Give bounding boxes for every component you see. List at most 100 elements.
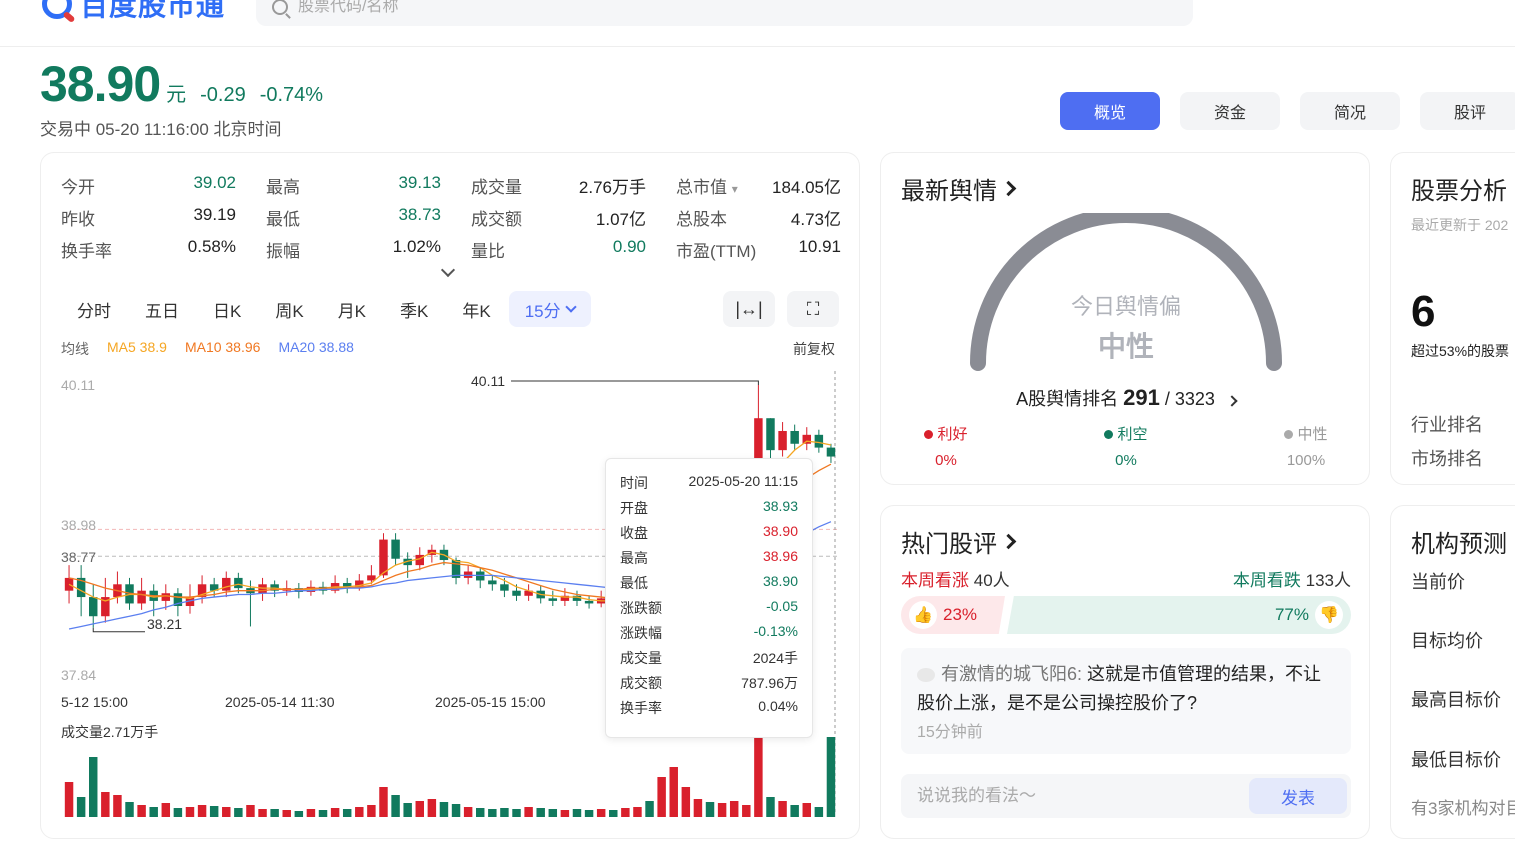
- stock-analysis-card: 股票分析 最近更新于 202 6 超过53%的股票 行业排名 市场排名: [1390, 152, 1515, 485]
- chevron-right-icon: [1000, 533, 1017, 550]
- volume-bar: [64, 782, 74, 817]
- volume-bar: [790, 805, 799, 817]
- post-button[interactable]: 发表: [1249, 778, 1347, 814]
- period-tab-yearly[interactable]: 年K: [446, 291, 506, 327]
- period-tab-monthly[interactable]: 月K: [322, 291, 382, 327]
- sentiment-title[interactable]: 最新舆情: [901, 171, 1017, 206]
- tab-overview[interactable]: 概览: [1060, 92, 1160, 130]
- market-cap-dropdown-icon[interactable]: ▾: [732, 182, 738, 196]
- tooltip-row-change: 涨跌额 -0.05: [620, 598, 798, 616]
- sentiment-rank[interactable]: A股舆情排名 291 / 3323: [881, 385, 1371, 411]
- logo[interactable]: 百度股市通: [42, 0, 225, 22]
- candle: [790, 424, 799, 451]
- comment-item[interactable]: 有激情的城飞阳6: 这就是市值管理的结果，不让股价上涨，是不是公司操控股价了? …: [901, 648, 1351, 754]
- y-axis-bottom-label: 37.84: [61, 667, 96, 683]
- stat-turnover: 成交额 1.07亿: [471, 209, 646, 229]
- volume-bar: [451, 804, 461, 817]
- volume-bar: [137, 805, 146, 817]
- price-block: 38.90 元 -0.29 -0.74% 交易中 05-20 11:16:00 …: [40, 55, 323, 140]
- volume-bar: [209, 806, 219, 817]
- max-price-annotation: 40.11: [471, 373, 505, 389]
- y-axis-label-38-77: 38.77: [61, 549, 96, 565]
- comment-time: 15分钟前: [917, 724, 983, 741]
- trade-status: 交易中 05-20 11:16:00 北京时间: [40, 120, 282, 139]
- analysis-title[interactable]: 股票分析: [1411, 171, 1507, 206]
- period-tab-weekly[interactable]: 周K: [259, 291, 319, 327]
- quote-card: 今开 39.02 最高 39.13 成交量 2.76万手 总市值 ▾ 184.05亿 昨…: [40, 152, 860, 839]
- candle: [403, 552, 412, 578]
- stats-row: 昨收 39.19 最低 38.73 成交额 1.07亿 总股本 4.73亿: [61, 201, 841, 233]
- volume-bar: [113, 795, 122, 817]
- candle: [258, 577, 267, 601]
- chevron-down-icon: [564, 301, 577, 313]
- vote-bar: 👍 23% 77% 👎: [901, 596, 1351, 634]
- search-input[interactable]: [298, 0, 898, 16]
- negative-dot-icon: [1104, 430, 1114, 439]
- volume-bar: [101, 792, 110, 817]
- top-header: 百度股市通: [0, 0, 1515, 47]
- volume-bar: [536, 808, 545, 817]
- vote-up-button[interactable]: 👍 23%: [901, 596, 1005, 634]
- stat-market-cap[interactable]: 总市值 ▾ 184.05亿: [676, 173, 841, 198]
- volume-bar: [657, 777, 666, 817]
- volume-bar: [246, 805, 255, 817]
- stat-low: 最低 38.73: [266, 204, 441, 229]
- expand-stats-chevron-icon[interactable]: [440, 262, 456, 278]
- period-tab-5day[interactable]: 五日: [129, 291, 195, 327]
- candle: [342, 577, 352, 594]
- reply-input[interactable]: [917, 774, 1227, 818]
- tooltip-row-close: 收盘 38.90: [620, 523, 798, 541]
- stat-prev-close: 昨收 39.19: [61, 204, 236, 229]
- volume-bar: [609, 810, 618, 817]
- comment-user[interactable]: 有激情的城飞阳6:: [941, 664, 1082, 684]
- volume-bar: [693, 799, 703, 817]
- fullscreen-button[interactable]: ⛶: [787, 291, 839, 327]
- tab-profile[interactable]: 简况: [1300, 92, 1400, 130]
- hot-comments-title[interactable]: 热门股评: [901, 524, 1017, 559]
- institution-forecast-card: 机构预测 当前价 目标均价 最高目标价 最低目标价 有3家机构对目: [1390, 505, 1515, 839]
- candle: [802, 427, 811, 451]
- fit-width-button[interactable]: |↔|: [723, 291, 775, 327]
- period-tab-quarterly[interactable]: 季K: [384, 291, 444, 327]
- stat-turnover-rate: 换手率 0.58%: [61, 236, 236, 261]
- volume-bar: [500, 808, 509, 817]
- industry-rank-label: 行业排名: [1411, 415, 1483, 435]
- period-tab-daily[interactable]: 日K: [197, 291, 257, 327]
- volume-bar: [306, 809, 316, 817]
- candle: [89, 584, 98, 628]
- volume-bar: [633, 807, 642, 817]
- market-rank-label: 市场排名: [1411, 449, 1483, 469]
- tab-funds[interactable]: 资金: [1180, 92, 1280, 130]
- x-axis-tick: 2025-05-15 15:00: [435, 694, 546, 710]
- forecast-target-high: 最高目标价: [1411, 690, 1501, 710]
- tooltip-row-volume: 成交量 2024手: [620, 650, 798, 666]
- period-tab-15min[interactable]: 15分: [508, 291, 591, 327]
- gauge-title: 今日舆情偏: [1070, 294, 1181, 319]
- volume-bar: [488, 809, 497, 817]
- tooltip-row-low: 最低 38.90: [620, 573, 798, 591]
- x-axis-tick: 5-12 15:00: [61, 694, 128, 710]
- vote-down-button[interactable]: 77% 👎: [1007, 596, 1351, 634]
- current-price: 38.90: [40, 56, 161, 112]
- volume-bar: [379, 787, 388, 817]
- volume-bar: [717, 803, 727, 817]
- candle: [367, 565, 376, 585]
- logo-text: 百度股市通: [80, 0, 226, 21]
- volume-bar: [222, 807, 231, 817]
- candle: [766, 418, 775, 463]
- fullscreen-icon: ⛶: [806, 298, 820, 319]
- forecast-target-avg: 目标均价: [1411, 631, 1483, 651]
- thumbs-down-icon: 👎: [1315, 601, 1343, 629]
- forecast-title[interactable]: 机构预测: [1411, 524, 1507, 559]
- tooltip-row-amount: 成交额 787.96万: [620, 675, 798, 691]
- volume-bar: [234, 808, 243, 817]
- x-axis-tick: 2025-05-14 11:30: [225, 694, 335, 710]
- tab-comments[interactable]: 股评: [1420, 92, 1515, 130]
- search-box[interactable]: [256, 0, 1193, 26]
- period-tab-intraday[interactable]: 分时: [61, 291, 127, 327]
- tooltip-row-change-pct: 涨跌幅 -0.13%: [620, 623, 798, 641]
- candle: [524, 584, 533, 601]
- volume-bar: [645, 801, 654, 817]
- y-axis-top-label: 40.11: [61, 377, 95, 393]
- analysis-updated: 最近更新于 202: [1411, 217, 1509, 233]
